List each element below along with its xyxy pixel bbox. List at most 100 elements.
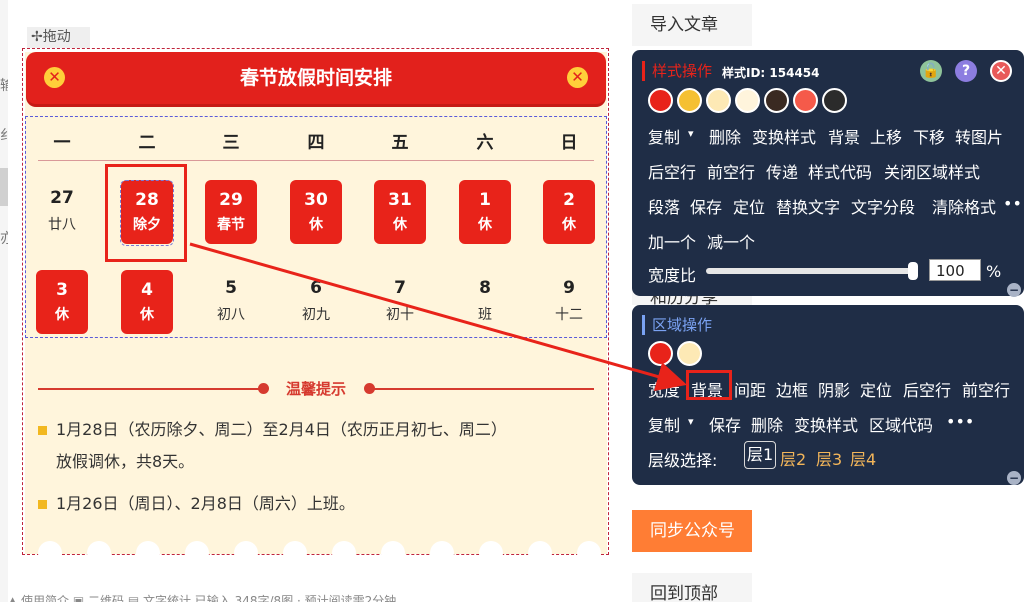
region-op-row1-3[interactable]: 边框 [776, 377, 808, 401]
scallop-dot [528, 541, 552, 565]
width-slider[interactable] [706, 268, 918, 274]
layer-option-3[interactable]: 层3 [816, 446, 842, 470]
scallop-dot [234, 541, 258, 565]
color-swatch[interactable] [648, 341, 673, 366]
calendar-day[interactable]: 5 初八 [205, 270, 257, 334]
color-swatch[interactable] [793, 88, 818, 113]
width-slider-handle[interactable] [908, 262, 918, 280]
scallop-dot [577, 541, 601, 565]
style-op-row1-2[interactable]: 删除 [709, 124, 741, 148]
calendar-day[interactable]: 8班 [459, 270, 511, 334]
style-op-row3-3[interactable]: 替换文字 [776, 194, 840, 218]
region-op-row2-3[interactable]: 删除 [751, 412, 783, 436]
style-op-row2-2[interactable]: 传递 [766, 159, 798, 183]
style-op-row3-0[interactable]: 段落 [648, 194, 680, 218]
calendar-day[interactable]: 2休 [543, 180, 595, 244]
tip-left-dot [258, 383, 269, 394]
day-note: 休 [309, 217, 323, 233]
layer-option-1[interactable]: 层1 [744, 441, 777, 469]
highlight-box-calendar [105, 164, 187, 262]
layer-option-4[interactable]: 层4 [850, 446, 876, 470]
region-op-row1-4[interactable]: 阴影 [818, 377, 850, 401]
calendar-day[interactable]: 9 十二 [543, 270, 595, 334]
calendar-day[interactable]: 29 春节 [205, 180, 257, 244]
close-panel-icon[interactable]: ✕ [990, 60, 1012, 82]
style-op-row2-1[interactable]: 前空行 [707, 159, 755, 183]
region-op-row1-5[interactable]: 定位 [860, 377, 892, 401]
region-op-row2-0[interactable]: 复制 [648, 412, 680, 436]
color-swatch[interactable] [735, 88, 760, 113]
region-op-row2-1[interactable]: ▾ [688, 415, 694, 428]
drag-handle[interactable]: ✢拖动 [27, 27, 90, 48]
calendar-day[interactable]: 3休 [36, 270, 88, 334]
region-op-row2-4[interactable]: 变换样式 [794, 412, 858, 436]
calendar-day[interactable]: 1休 [459, 180, 511, 244]
region-op-row1-0[interactable]: 宽度 [648, 377, 680, 401]
import-article-button[interactable]: 导入文章 [632, 4, 752, 46]
calendar-day[interactable]: 7 初十 [374, 270, 426, 334]
layer-option-2[interactable]: 层2 [780, 446, 806, 470]
scallop-dot [430, 541, 454, 565]
style-op-row1-7[interactable]: 转图片 [955, 124, 1003, 148]
day-note: 休 [55, 307, 69, 323]
tip-bullet [38, 426, 47, 435]
style-op-row2-0[interactable]: 后空行 [648, 159, 696, 183]
calendar-day[interactable]: 30 休 [290, 180, 342, 244]
scallop-dot [479, 541, 503, 565]
collapse-icon[interactable]: − [1007, 283, 1021, 297]
close-right-icon: ✕ [567, 67, 588, 88]
scallop-dot [136, 541, 160, 565]
style-op-row3-4[interactable]: 文字分段 [851, 194, 915, 218]
style-op-row2-3[interactable]: 样式代码 [808, 159, 872, 183]
color-swatch[interactable] [677, 88, 702, 113]
color-swatch[interactable] [764, 88, 789, 113]
calendar-day[interactable]: 31 休 [374, 180, 426, 244]
scallop-dot [87, 541, 111, 565]
day-number: 9 [563, 278, 575, 298]
style-op-row1-1[interactable]: ▾ [688, 127, 694, 140]
region-op-row2-6[interactable]: ••• [946, 412, 974, 431]
style-op-row3-2[interactable]: 定位 [733, 194, 765, 218]
day-note: 休 [478, 217, 492, 233]
region-op-row1-2[interactable]: 间距 [734, 377, 766, 401]
style-op-row1-3[interactable]: 变换样式 [752, 124, 816, 148]
lock-icon[interactable]: 🔓 [920, 60, 942, 82]
tip-1-line-1: 1月28日（农历除夕、周二）至2月4日（农历正月初七、周二） [56, 420, 507, 439]
style-op-row3-5[interactable]: 清除格式 [932, 194, 996, 218]
day-note: 休 [140, 307, 154, 323]
sync-wechat-button[interactable]: 同步公众号 [632, 510, 752, 552]
scallop-dot [283, 541, 307, 565]
collapse-icon[interactable]: − [1007, 471, 1021, 485]
tip-left-line [38, 388, 260, 390]
help-icon[interactable]: ? [955, 60, 977, 82]
calendar-day[interactable]: 27 廿八 [36, 180, 88, 244]
region-op-row1-6[interactable]: 后空行 [903, 377, 951, 401]
calendar-day[interactable]: 4休 [121, 270, 173, 334]
weekday-label: 三 [222, 133, 240, 153]
style-op-row3-1[interactable]: 保存 [690, 194, 722, 218]
region-op-row1-7[interactable]: 前空行 [962, 377, 1010, 401]
back-to-top-button[interactable]: 回到顶部 [632, 573, 752, 602]
style-op-row3-6[interactable]: ••• [1003, 194, 1031, 213]
weekday-label: 六 [476, 133, 494, 153]
style-op-row1-4[interactable]: 背景 [828, 124, 860, 148]
region-op-row2-2[interactable]: 保存 [709, 412, 741, 436]
day-note: 初九 [302, 307, 330, 323]
calendar-day[interactable]: 6 初九 [290, 270, 342, 334]
scallop-dot [38, 541, 62, 565]
region-op-row2-5[interactable]: 区域代码 [869, 412, 933, 436]
day-number: 31 [388, 190, 412, 210]
style-op-row2-4[interactable]: 关闭区域样式 [884, 159, 980, 183]
width-ratio-input[interactable]: 100 [929, 259, 981, 281]
color-swatch[interactable] [677, 341, 702, 366]
day-note: 初十 [386, 307, 414, 323]
color-swatch[interactable] [706, 88, 731, 113]
style-op-row4-1[interactable]: 减一个 [707, 229, 755, 253]
color-swatch[interactable] [648, 88, 673, 113]
style-op-row1-0[interactable]: 复制 [648, 124, 680, 148]
color-swatch[interactable] [822, 88, 847, 113]
style-op-row1-5[interactable]: 上移 [870, 124, 902, 148]
style-op-row4-0[interactable]: 加一个 [648, 229, 696, 253]
day-note: 十二 [555, 307, 583, 323]
style-op-row1-6[interactable]: 下移 [913, 124, 945, 148]
